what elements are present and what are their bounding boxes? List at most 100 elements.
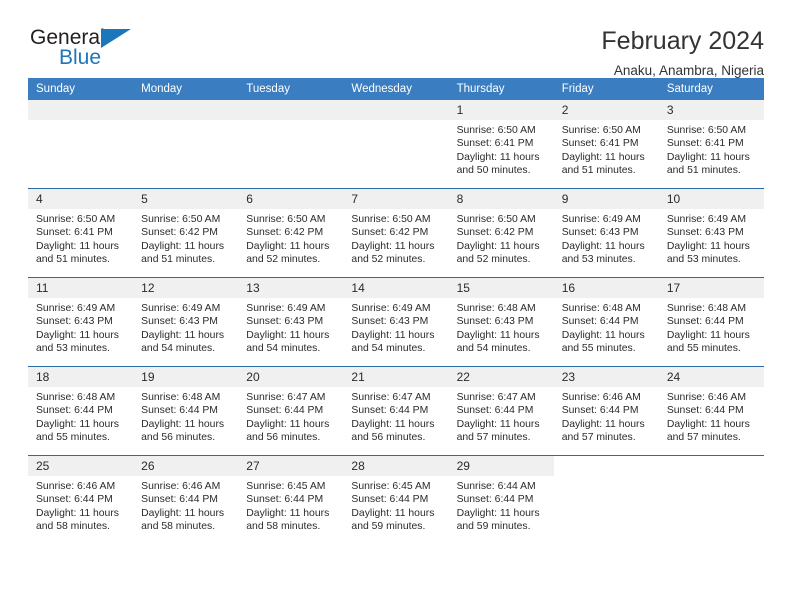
calendar-cell-empty xyxy=(658,455,764,544)
calendar-head: Sunday Monday Tuesday Wednesday Thursday… xyxy=(28,78,764,100)
day-number xyxy=(133,100,239,120)
day-number: 20 xyxy=(238,367,344,387)
calendar-day-cell[interactable]: 28 Sunrise: 6:45 AM Sunset: 6:44 PM Dayligh… xyxy=(343,455,449,544)
sunset-text: Sunset: 6:44 PM xyxy=(561,316,639,328)
daylight-text-line1: Daylight: 11 hours xyxy=(141,418,225,430)
daylight-text-line2: and 56 minutes. xyxy=(351,431,426,443)
calendar-day-cell[interactable]: 5 Sunrise: 6:50 AM Sunset: 6:42 PM Daylight… xyxy=(133,188,239,278)
calendar-day-cell[interactable]: 24 Sunrise: 6:46 AM Sunset: 6:44 PM Dayligh… xyxy=(658,366,764,456)
calendar-cell-inner: 21 Sunrise: 6:47 AM Sunset: 6:44 PM Dayligh… xyxy=(343,367,449,455)
calendar-day-cell[interactable]: 3 Sunrise: 6:50 AM Sunset: 6:41 PM Daylight… xyxy=(658,100,764,189)
calendar-body: 1 Sunrise: 6:50 AM Sunset: 6:41 PM Daylight… xyxy=(28,100,764,544)
daylight-text-line2: and 53 minutes. xyxy=(666,253,741,265)
daylight-text-line2: and 53 minutes. xyxy=(561,253,636,265)
calendar-day-cell[interactable]: 6 Sunrise: 6:50 AM Sunset: 6:42 PM Daylight… xyxy=(238,188,344,278)
daylight-text-line1: Daylight: 11 hours xyxy=(36,418,119,430)
calendar-day-cell[interactable]: 4 Sunrise: 6:50 AM Sunset: 6:41 PM Daylight… xyxy=(28,188,134,278)
calendar-day-cell[interactable]: 21 Sunrise: 6:47 AM Sunset: 6:44 PM Dayligh… xyxy=(343,366,449,456)
calendar-day-cell[interactable]: 20 Sunrise: 6:47 AM Sunset: 6:44 PM Dayligh… xyxy=(238,366,344,456)
calendar-week-row: 25 Sunrise: 6:46 AM Sunset: 6:44 PM Dayligh… xyxy=(28,455,764,544)
calendar-day-cell[interactable]: 2 Sunrise: 6:50 AM Sunset: 6:41 PM Daylight… xyxy=(553,100,659,189)
calendar-cell-inner: 8 Sunrise: 6:50 AM Sunset: 6:42 PM Daylight… xyxy=(448,189,554,277)
day-number: 11 xyxy=(28,278,134,298)
daylight-text-line2: and 53 minutes. xyxy=(36,342,110,354)
calendar-cell-inner: 10 Sunrise: 6:49 AM Sunset: 6:43 PM Dayligh… xyxy=(658,189,764,277)
day-number: 29 xyxy=(448,456,554,476)
sun-info: Sunrise: 6:45 AM Sunset: 6:44 PM Daylight:… xyxy=(343,476,448,533)
sunrise-text: Sunrise: 6:50 AM xyxy=(666,125,746,136)
daylight-text-line2: and 54 minutes. xyxy=(141,342,216,354)
daylight-text-line1: Daylight: 11 hours xyxy=(666,329,750,341)
calendar-day-cell[interactable]: 27 Sunrise: 6:45 AM Sunset: 6:44 PM Dayligh… xyxy=(238,455,344,544)
calendar-cell-empty xyxy=(238,100,344,189)
calendar-day-cell[interactable]: 9 Sunrise: 6:49 AM Sunset: 6:43 PM Daylight… xyxy=(553,188,659,278)
calendar-day-cell[interactable]: 14 Sunrise: 6:49 AM Sunset: 6:43 PM Dayligh… xyxy=(343,277,449,367)
day-number: 23 xyxy=(553,367,659,387)
calendar-day-cell[interactable]: 10 Sunrise: 6:49 AM Sunset: 6:43 PM Dayligh… xyxy=(658,188,764,278)
sunset-text: Sunset: 6:42 PM xyxy=(141,227,218,239)
calendar-cell-inner: 22 Sunrise: 6:47 AM Sunset: 6:44 PM Dayligh… xyxy=(448,367,554,455)
sunset-text: Sunset: 6:42 PM xyxy=(456,227,534,239)
calendar-day-cell[interactable]: 12 Sunrise: 6:49 AM Sunset: 6:43 PM Dayligh… xyxy=(133,277,239,367)
calendar-day-cell[interactable]: 25 Sunrise: 6:46 AM Sunset: 6:44 PM Dayligh… xyxy=(28,455,134,544)
calendar-table: Sunday Monday Tuesday Wednesday Thursday… xyxy=(28,78,764,544)
calendar-day-cell[interactable]: 17 Sunrise: 6:48 AM Sunset: 6:44 PM Dayligh… xyxy=(658,277,764,367)
day-number: 16 xyxy=(553,278,659,298)
day-number: 19 xyxy=(133,367,239,387)
daylight-text-line1: Daylight: 11 hours xyxy=(456,418,540,430)
day-number: 17 xyxy=(658,278,764,298)
calendar-cell-inner: 14 Sunrise: 6:49 AM Sunset: 6:43 PM Dayligh… xyxy=(343,278,449,366)
calendar-cell-inner: 4 Sunrise: 6:50 AM Sunset: 6:41 PM Daylight… xyxy=(28,189,134,277)
sun-info: Sunrise: 6:50 AM Sunset: 6:41 PM Daylight:… xyxy=(449,120,554,177)
calendar-page: General Blue February 2024 Anaku, Anambr… xyxy=(0,0,792,612)
sunrise-text: Sunrise: 6:50 AM xyxy=(456,125,536,136)
daylight-text-line1: Daylight: 11 hours xyxy=(351,507,435,519)
sunset-text: Sunset: 6:42 PM xyxy=(351,227,429,239)
day-number: 18 xyxy=(28,367,134,387)
calendar-cell-empty xyxy=(133,100,239,189)
sun-info: Sunrise: 6:46 AM Sunset: 6:44 PM Daylight:… xyxy=(28,476,133,533)
sun-info: Sunrise: 6:46 AM Sunset: 6:44 PM Daylight:… xyxy=(554,387,659,444)
sun-info: Sunrise: 6:50 AM Sunset: 6:42 PM Daylight:… xyxy=(238,209,343,266)
day-number: 15 xyxy=(448,278,554,298)
calendar-cell-inner: 20 Sunrise: 6:47 AM Sunset: 6:44 PM Dayligh… xyxy=(238,367,344,455)
calendar-day-cell[interactable]: 22 Sunrise: 6:47 AM Sunset: 6:44 PM Dayligh… xyxy=(448,366,554,456)
calendar-day-cell[interactable]: 29 Sunrise: 6:44 AM Sunset: 6:44 PM Dayligh… xyxy=(448,455,554,544)
sunset-text: Sunset: 6:44 PM xyxy=(36,494,113,506)
sunset-text: Sunset: 6:43 PM xyxy=(246,316,324,328)
day-number: 6 xyxy=(238,189,344,209)
calendar-day-cell[interactable]: 26 Sunrise: 6:46 AM Sunset: 6:44 PM Dayligh… xyxy=(133,455,239,544)
daylight-text-line1: Daylight: 11 hours xyxy=(456,329,540,341)
calendar-day-cell[interactable]: 8 Sunrise: 6:50 AM Sunset: 6:42 PM Daylight… xyxy=(448,188,554,278)
calendar-cell-inner xyxy=(28,100,134,188)
calendar-day-cell[interactable]: 1 Sunrise: 6:50 AM Sunset: 6:41 PM Daylight… xyxy=(448,100,554,189)
calendar-day-cell[interactable]: 18 Sunrise: 6:48 AM Sunset: 6:44 PM Dayligh… xyxy=(28,366,134,456)
logo-general-blue[interactable]: General Blue xyxy=(28,26,150,76)
daylight-text-line2: and 52 minutes. xyxy=(351,253,426,265)
sunrise-text: Sunrise: 6:48 AM xyxy=(561,303,641,314)
sunrise-text: Sunrise: 6:49 AM xyxy=(141,303,221,314)
sunset-text: Sunset: 6:44 PM xyxy=(561,405,639,417)
sun-info: Sunrise: 6:44 AM Sunset: 6:44 PM Daylight:… xyxy=(449,476,554,533)
sunrise-text: Sunrise: 6:45 AM xyxy=(246,481,326,492)
sunset-text: Sunset: 6:41 PM xyxy=(561,138,639,150)
calendar-day-cell[interactable]: 15 Sunrise: 6:48 AM Sunset: 6:43 PM Dayligh… xyxy=(448,277,554,367)
sun-info: Sunrise: 6:46 AM Sunset: 6:44 PM Daylight:… xyxy=(659,387,764,444)
sunrise-text: Sunrise: 6:50 AM xyxy=(351,214,431,225)
calendar-day-cell[interactable]: 11 Sunrise: 6:49 AM Sunset: 6:43 PM Dayligh… xyxy=(28,277,134,367)
sun-info: Sunrise: 6:49 AM Sunset: 6:43 PM Daylight:… xyxy=(554,209,659,266)
calendar-day-cell[interactable]: 19 Sunrise: 6:48 AM Sunset: 6:44 PM Dayligh… xyxy=(133,366,239,456)
calendar-day-cell[interactable]: 7 Sunrise: 6:50 AM Sunset: 6:42 PM Daylight… xyxy=(343,188,449,278)
daylight-text-line1: Daylight: 11 hours xyxy=(456,151,540,163)
calendar-cell-inner: 24 Sunrise: 6:46 AM Sunset: 6:44 PM Dayligh… xyxy=(658,367,764,455)
sunset-text: Sunset: 6:44 PM xyxy=(666,405,744,417)
calendar-day-cell[interactable]: 13 Sunrise: 6:49 AM Sunset: 6:43 PM Dayligh… xyxy=(238,277,344,367)
logo-text-blue: Blue xyxy=(59,46,102,69)
calendar-cell-empty xyxy=(28,100,134,189)
calendar-day-cell[interactable]: 16 Sunrise: 6:48 AM Sunset: 6:44 PM Dayligh… xyxy=(553,277,659,367)
calendar-cell-inner: 29 Sunrise: 6:44 AM Sunset: 6:44 PM Dayligh… xyxy=(448,456,554,544)
calendar-day-cell[interactable]: 23 Sunrise: 6:46 AM Sunset: 6:44 PM Dayligh… xyxy=(553,366,659,456)
sunset-text: Sunset: 6:43 PM xyxy=(666,227,744,239)
daylight-text-line1: Daylight: 11 hours xyxy=(246,507,330,519)
day-number: 13 xyxy=(238,278,344,298)
